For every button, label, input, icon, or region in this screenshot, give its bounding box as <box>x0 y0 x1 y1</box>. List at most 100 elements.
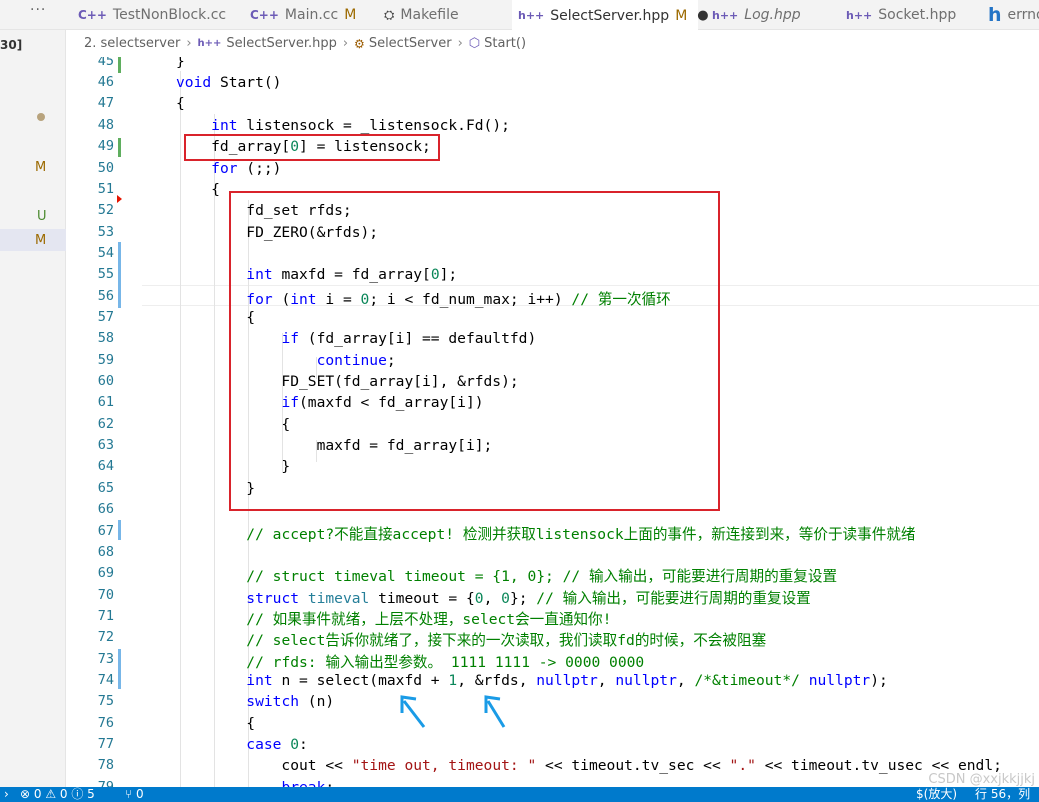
code-line: void Start() <box>176 74 282 91</box>
line-number: 46 <box>97 74 114 90</box>
breadcrumb-class[interactable]: SelectServer <box>369 36 452 51</box>
makefile-icon: ⛭ <box>384 7 395 23</box>
line-number: 71 <box>97 608 114 624</box>
line-number: 62 <box>97 416 114 432</box>
line-number: 55 <box>97 266 114 282</box>
hpp-file-icon: h++ <box>197 38 222 49</box>
line-number: 52 <box>97 202 114 218</box>
line-number: 61 <box>97 394 114 410</box>
remote-icon[interactable]: › <box>4 787 9 802</box>
problems-indicator[interactable]: ⊗ 0 ⚠ 0 ⓘ 5 <box>20 787 95 802</box>
header-file-icon: h <box>988 4 1002 26</box>
code-line: { <box>176 95 185 112</box>
hpp-file-icon: h++ <box>518 9 545 22</box>
tab-label: Makefile <box>400 7 459 23</box>
tab-errno[interactable]: h errno <box>986 0 1039 30</box>
git-modified-marker <box>118 649 121 689</box>
line-number: 78 <box>97 757 114 773</box>
line-number: 64 <box>97 458 114 474</box>
tab-label: Socket.hpp <box>878 7 957 23</box>
code-line: switch (n) <box>246 693 335 710</box>
breadcrumb-folder[interactable]: 2. selectserver <box>84 36 180 51</box>
tab-makefile[interactable]: ⛭ Makefile <box>382 0 459 30</box>
tab-selectserver[interactable]: h++ SelectServer.hpp M ● <box>512 0 709 31</box>
git-untracked-badge: U <box>37 209 47 224</box>
git-modified-badge: M <box>35 160 47 175</box>
line-number: 65 <box>97 480 114 496</box>
line-number: 73 <box>97 651 114 667</box>
chevron-right-icon: › <box>457 36 463 51</box>
code-line: // select告诉你就绪了，接下来的一次读取，我们读取fd的时候，不会被阻塞 <box>246 632 767 649</box>
tab-log[interactable]: h++ Log.hpp <box>710 0 801 30</box>
line-number: 57 <box>97 309 114 325</box>
line-number: 67 <box>97 523 114 539</box>
code-line: for (;;) <box>211 160 282 177</box>
cpp-file-icon: C++ <box>78 8 107 22</box>
hpp-file-icon: h++ <box>712 8 739 22</box>
git-deleted-marker <box>117 195 122 203</box>
cursor-position[interactable]: 行 56，列 <box>975 787 1030 802</box>
zoom-indicator[interactable]: $(放大) <box>916 787 957 802</box>
code-line: case 0: <box>246 736 308 753</box>
modified-badge: M <box>344 7 357 23</box>
code-editor[interactable]: 45 46 47 48 49 50 51 52 53 54 55 56 57 5… <box>66 57 1039 787</box>
git-modified-marker <box>118 242 121 308</box>
tab-label: Log.hpp <box>744 7 801 23</box>
watermark: CSDN @xxjkkjjkj <box>928 772 1035 787</box>
git-modified-marker <box>118 520 121 540</box>
highlight-box <box>229 191 720 511</box>
dirty-dot-icon <box>37 113 45 121</box>
line-number: 53 <box>97 224 114 240</box>
code-line: int listensock = _listensock.Fd(); <box>211 117 510 134</box>
line-number: 45 <box>97 57 114 69</box>
line-number: 75 <box>97 693 114 709</box>
code-line: // struct timeval timeout = {1, 0}; // 输… <box>246 568 838 585</box>
line-number: 58 <box>97 330 114 346</box>
cpp-file-icon: C++ <box>250 8 279 22</box>
line-number: 47 <box>97 95 114 111</box>
line-number: 69 <box>97 565 114 581</box>
highlight-box <box>184 134 440 161</box>
code-line: struct timeval timeout = {0, 0}; // 输入输出… <box>246 590 811 607</box>
tab-bar: ··· C++ TestNonBlock.cc C++ Main.cc M ⛭ … <box>0 0 1039 31</box>
tab-label: errno <box>1007 7 1039 23</box>
tab-testnonblock[interactable]: C++ TestNonBlock.cc <box>76 0 226 30</box>
explorer-sidebar: 30] M U M <box>0 30 66 787</box>
selected-file-row[interactable] <box>0 229 66 251</box>
modified-badge: M <box>675 7 688 24</box>
line-number: 56 <box>97 288 114 304</box>
code-line: cout << "time out, timeout: " << timeout… <box>176 757 1002 774</box>
breadcrumb-method[interactable]: Start() <box>484 36 526 51</box>
breadcrumb: 2. selectserver › h++ SelectServer.hpp ›… <box>70 30 1039 57</box>
line-number: 68 <box>97 544 114 560</box>
line-number: 79 <box>97 779 114 787</box>
more-actions-icon[interactable]: ··· <box>30 2 46 18</box>
code-line: // 如果事件就绪，上层不处理，select会一直通知你! <box>246 611 612 628</box>
code-line: break; <box>176 779 334 787</box>
code-line: { <box>176 715 256 732</box>
code-line: int n = select(maxfd + 1, &rfds, nullptr… <box>246 672 888 689</box>
line-number: 50 <box>97 160 114 176</box>
line-number: 74 <box>97 672 114 688</box>
line-number: 76 <box>97 715 114 731</box>
ports-indicator[interactable]: ⑂ 0 <box>125 787 144 802</box>
tab-label: Main.cc <box>284 7 339 23</box>
code-line: // rfds: 输入输出型参数。 1111 1111 -> 0000 0000 <box>246 654 645 671</box>
tab-socket[interactable]: h++ Socket.hpp <box>844 0 956 30</box>
line-number: 72 <box>97 629 114 645</box>
line-number: 49 <box>97 138 114 154</box>
line-number: 48 <box>97 117 114 133</box>
unsaved-dot-icon[interactable]: ● <box>697 8 708 23</box>
line-number: 60 <box>97 373 114 389</box>
code-line: } <box>176 57 185 70</box>
tab-main[interactable]: C++ Main.cc M <box>248 0 356 30</box>
arrow-annotation-icon <box>484 695 506 728</box>
line-number: 77 <box>97 736 114 752</box>
method-symbol-icon: ⬡ <box>468 36 481 51</box>
tab-label: TestNonBlock.cc <box>112 7 227 23</box>
line-number: 63 <box>97 437 114 453</box>
line-number: 59 <box>97 352 114 368</box>
git-modified-badge: M <box>35 233 47 248</box>
breadcrumb-file[interactable]: SelectServer.hpp <box>226 36 336 51</box>
git-added-marker <box>118 138 121 157</box>
